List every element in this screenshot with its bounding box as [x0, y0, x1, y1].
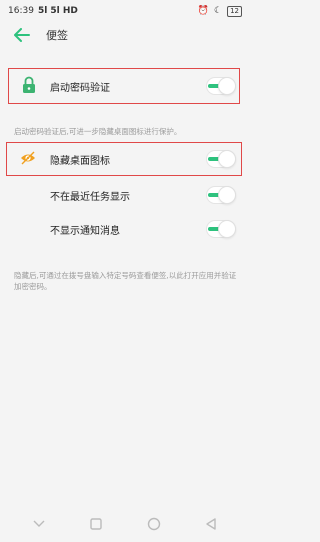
hide-icon-label: 隐藏桌面图标: [50, 155, 110, 167]
moon-icon: ☾: [214, 6, 223, 16]
setting-row-hide-recent[interactable]: 不在最近任务显示: [0, 180, 250, 210]
hide-icon-toggle[interactable]: [206, 150, 236, 168]
toggle-knob: [218, 186, 236, 204]
page-title: 便签: [46, 29, 68, 42]
toggle-knob: [218, 220, 236, 238]
eye-icon: [20, 151, 36, 168]
password-verify-toggle[interactable]: [206, 77, 236, 95]
battery-indicator: 12: [227, 5, 242, 17]
app-header: 便签: [0, 22, 250, 48]
status-time: 16:39: [8, 6, 34, 16]
toggle-knob: [218, 77, 236, 95]
setting-row-hide-notifications[interactable]: 不显示通知消息: [0, 214, 250, 244]
hide-icon-note: 隐藏后,可通过在拨号盘输入特定号码查看便签,以此打开应用并验证加密密码。: [14, 271, 237, 291]
password-verify-label: 启动密码验证: [50, 82, 110, 94]
alarm-icon: ⏰: [197, 6, 209, 16]
nav-home-circle-icon[interactable]: [142, 512, 166, 536]
network-indicator: 5l 5l HD: [37, 6, 78, 16]
nav-back-triangle-icon[interactable]: [199, 512, 223, 536]
setting-row-hide-icon[interactable]: 隐藏桌面图标: [0, 144, 250, 174]
nav-recent-square-icon[interactable]: [84, 512, 108, 536]
toggle-knob: [218, 150, 236, 168]
hide-notifications-toggle[interactable]: [206, 220, 236, 238]
lock-icon: [22, 76, 36, 97]
back-arrow-icon[interactable]: [12, 25, 32, 45]
password-note: 启动密码验证后,可进一步隐藏桌面图标进行保护。: [14, 127, 182, 136]
hide-recent-label: 不在最近任务显示: [50, 191, 130, 203]
system-nav-bar: [0, 506, 250, 542]
setting-row-password-verify[interactable]: 启动密码验证: [0, 71, 250, 101]
hide-notifications-label: 不显示通知消息: [50, 225, 120, 237]
nav-down-chevron-icon[interactable]: [27, 512, 51, 536]
status-bar: 16:39 5l 5l HD ⏰ ☾ 12: [0, 0, 250, 22]
hide-recent-toggle[interactable]: [206, 186, 236, 204]
